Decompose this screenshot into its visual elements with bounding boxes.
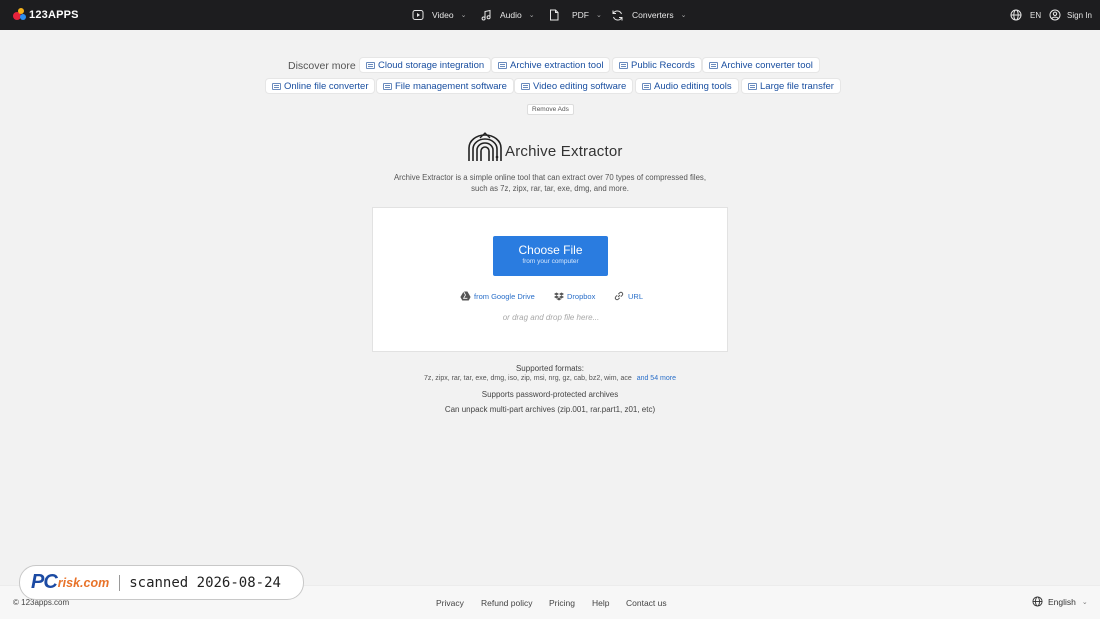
sign-in-label: Sign In: [1067, 10, 1092, 20]
top-navigation-bar: 123APPS Video ⌄ Audio ⌄ PDF ⌄ Converters…: [0, 0, 1100, 30]
nav-pdf-label: PDF: [572, 10, 589, 20]
ad-link-icon: [748, 82, 757, 90]
chip-label: Video editing software: [533, 80, 627, 92]
ad-link-icon: [498, 61, 507, 69]
google-drive-icon: [460, 291, 471, 301]
converters-icon: [612, 10, 623, 20]
pcrisk-logo: PC risk.com: [31, 571, 109, 594]
choose-file-button[interactable]: Choose File from your computer: [493, 236, 608, 276]
ad-link-icon: [366, 61, 375, 69]
discover-chip[interactable]: Audio editing tools: [635, 78, 739, 94]
chevron-down-icon: ⌄: [460, 12, 467, 19]
nav-converters[interactable]: Converters ⌄: [611, 0, 686, 30]
ad-link-icon: [383, 82, 392, 90]
multipart-support-text: Can unpack multi-part archives (zip.001,…: [444, 405, 656, 414]
sign-in-button[interactable]: Sign In: [1049, 0, 1092, 30]
discover-chip[interactable]: Archive extraction tool: [491, 57, 611, 73]
discover-chip[interactable]: Public Records: [612, 57, 702, 73]
formats-list-text: 7z, zipx, rar, tar, exe, dmg, iso, zip, …: [423, 375, 632, 382]
nav-video-label: Video: [432, 10, 454, 20]
chip-label: Large file transfer: [760, 80, 834, 92]
url-button[interactable]: URL: [614, 290, 643, 302]
choose-file-sublabel: from your computer: [522, 258, 579, 265]
globe-icon: [1032, 596, 1043, 607]
logo-mark-icon: [13, 8, 26, 21]
chip-label: Archive extraction tool: [510, 59, 604, 71]
language-selector[interactable]: EN: [1010, 0, 1041, 30]
chip-label: File management software: [395, 80, 507, 92]
logo-text: 123APPS: [29, 8, 79, 21]
choose-file-label: Choose File: [518, 243, 583, 257]
ad-link-icon: [642, 82, 651, 90]
chevron-down-icon: ⌄: [680, 12, 687, 19]
pcrisk-logo-rest: risk.com: [57, 575, 110, 590]
ad-link-icon: [709, 61, 718, 69]
more-formats-link[interactable]: and 54 more: [637, 375, 676, 382]
chevron-down-icon: ⌄: [528, 12, 535, 19]
dropbox-icon: [554, 292, 564, 300]
discover-chip[interactable]: Cloud storage integration: [359, 57, 492, 73]
audio-icon: [481, 9, 491, 21]
ad-link-icon: [272, 82, 281, 90]
video-icon: [412, 10, 424, 20]
ad-link-icon: [619, 61, 628, 69]
footer-link-pricing[interactable]: Pricing: [549, 598, 575, 608]
nav-pdf[interactable]: PDF ⌄: [548, 0, 602, 30]
chevron-down-icon: ⌄: [1081, 598, 1088, 606]
chip-label: Cloud storage integration: [378, 59, 485, 71]
url-label: URL: [628, 291, 644, 301]
pcrisk-watermark: PC risk.com scanned 2026-08-24: [19, 565, 304, 600]
upload-panel: Choose File from your computer from Goog…: [372, 207, 728, 352]
footer-language-label: English: [1048, 596, 1076, 607]
globe-icon: [1010, 9, 1022, 21]
password-support-text: Supports password-protected archives: [481, 390, 619, 399]
dropbox-button[interactable]: Dropbox: [554, 290, 595, 302]
footer-link-privacy[interactable]: Privacy: [436, 598, 464, 608]
dropbox-label: Dropbox: [567, 291, 596, 301]
remove-ads-button[interactable]: Remove Ads: [527, 104, 574, 115]
watermark-divider: [119, 574, 121, 591]
discover-chip[interactable]: Archive converter tool: [702, 57, 820, 73]
site-logo[interactable]: 123APPS: [13, 8, 79, 21]
pdf-icon: [550, 9, 559, 21]
supported-formats-list: 7z, zipx, rar, tar, exe, dmg, iso, zip, …: [350, 375, 750, 382]
page-title: Archive Extractor: [505, 143, 623, 160]
chip-label: Public Records: [631, 59, 695, 71]
google-drive-label: from Google Drive: [474, 291, 535, 301]
nav-audio[interactable]: Audio ⌄: [480, 0, 535, 30]
discover-more-label: Discover more: [288, 60, 356, 72]
drag-drop-hint: or drag and drop file here...: [502, 313, 600, 322]
tool-description: Archive Extractor is a simple online too…: [393, 173, 707, 193]
discover-chip[interactable]: Large file transfer: [741, 78, 841, 94]
footer-link-help[interactable]: Help: [592, 598, 609, 608]
ad-link-icon: [521, 82, 530, 90]
nav-video[interactable]: Video ⌄: [412, 0, 466, 30]
nav-audio-label: Audio: [500, 10, 522, 20]
footer-link-contact[interactable]: Contact us: [626, 598, 667, 608]
watermark-scan-text: scanned 2026-08-24: [129, 574, 281, 591]
chip-label: Online file converter: [284, 80, 369, 92]
user-icon: [1049, 9, 1061, 21]
discover-chip[interactable]: File management software: [376, 78, 514, 94]
archive-extractor-icon: [468, 132, 502, 161]
chip-label: Archive converter tool: [721, 59, 813, 71]
discover-chip[interactable]: Online file converter: [265, 78, 376, 94]
google-drive-button[interactable]: from Google Drive: [460, 290, 535, 302]
language-code: EN: [1030, 10, 1042, 20]
footer-language-selector[interactable]: English ⌄: [1032, 596, 1088, 607]
link-icon: [614, 291, 624, 301]
pcrisk-logo-pc: PC: [31, 571, 58, 593]
supported-formats-title: Supported formats:: [515, 364, 585, 373]
discover-chip[interactable]: Video editing software: [514, 78, 634, 94]
chip-label: Audio editing tools: [654, 80, 732, 92]
chevron-down-icon: ⌄: [596, 12, 602, 19]
footer-link-refund-policy[interactable]: Refund policy: [481, 598, 533, 608]
nav-converters-label: Converters: [632, 10, 674, 20]
